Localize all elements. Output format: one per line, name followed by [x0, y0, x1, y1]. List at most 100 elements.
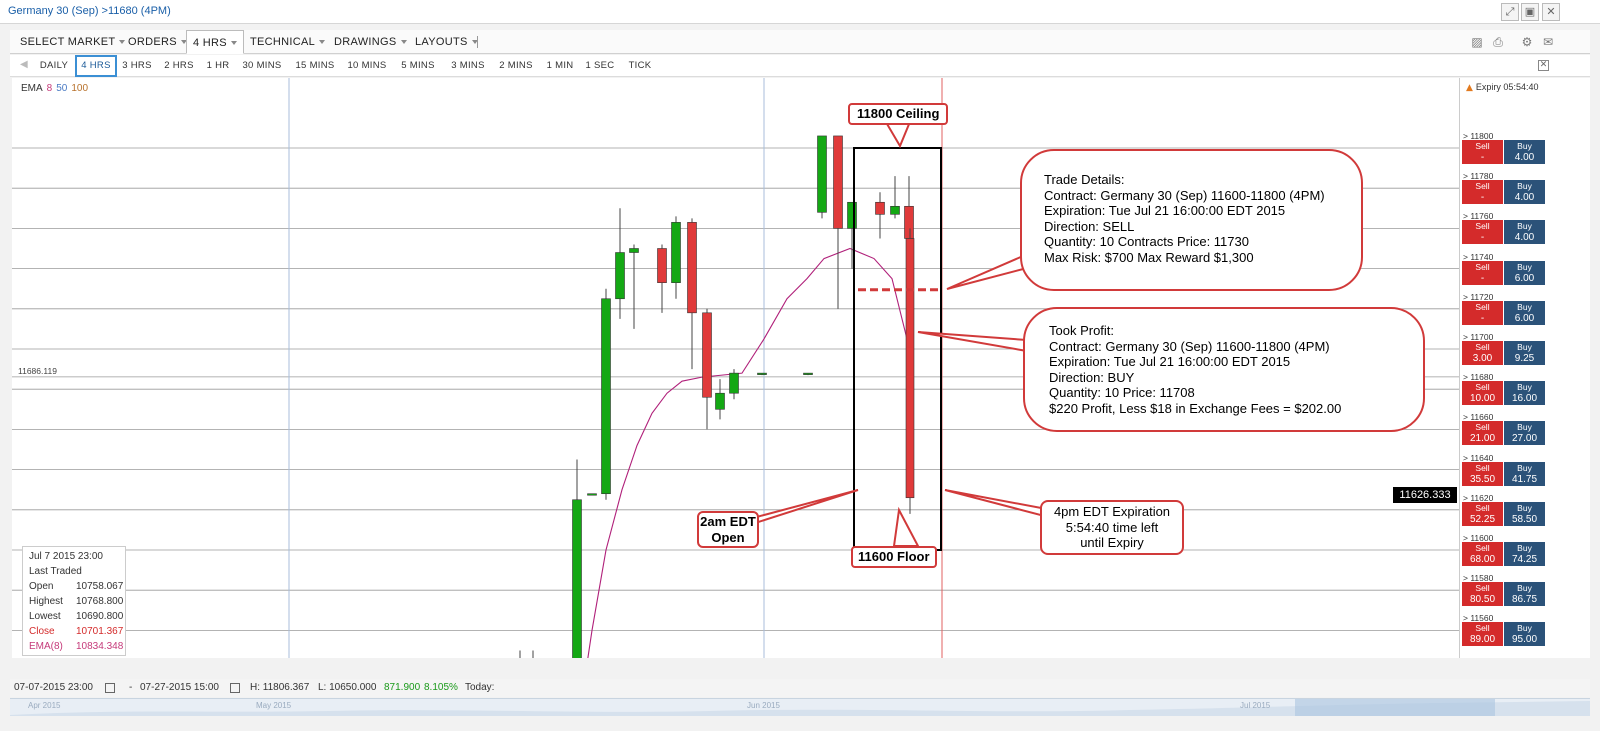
sell-button[interactable]: Sell -: [1462, 140, 1503, 164]
sell-button[interactable]: Sell -: [1462, 260, 1503, 285]
chevron-down-icon: [400, 40, 407, 45]
maximize-icon[interactable]: ▣: [1521, 3, 1539, 21]
sell-button[interactable]: Sell 35.50: [1462, 461, 1503, 486]
timeframe-option[interactable]: DAILY: [35, 55, 73, 77]
scroll-left-icon[interactable]: ◀: [20, 59, 28, 70]
sell-button[interactable]: Sell -: [1462, 180, 1503, 205]
timeframe-option[interactable]: 1 MIN: [542, 55, 578, 77]
callout-pointer: [917, 331, 1028, 353]
image-icon[interactable]: ▨: [1470, 35, 1484, 49]
sell-button[interactable]: Sell 3.00: [1462, 341, 1503, 365]
chart-navigator[interactable]: Apr 2015 May 2015 Jun 2015 Jul 2015: [10, 698, 1590, 716]
timeframe-option[interactable]: 30 MINS: [236, 55, 288, 77]
timeframe-option[interactable]: 1 SEC: [582, 55, 618, 77]
timeframe-option[interactable]: 4 HRS: [75, 55, 117, 77]
buy-button[interactable]: Buy 9.25: [1504, 341, 1545, 365]
candle-body: [833, 135, 843, 229]
sell-button[interactable]: Sell -: [1462, 220, 1503, 245]
trade-line: Expiration: Tue Jul 21 16:00:00 EDT 2015: [1044, 203, 1286, 218]
candle-body: [572, 499, 582, 658]
profit-line: Expiration: Tue Jul 21 16:00:00 EDT 2015: [1049, 354, 1291, 369]
price-ladder: ▲ Expiry 05:54:40 > 11800 Sell - Buy 4.00 > 11…: [1459, 78, 1590, 658]
timeframe-option[interactable]: TICK: [624, 55, 656, 77]
sell-button[interactable]: Sell -: [1462, 300, 1503, 325]
navigator-area: [10, 699, 1590, 716]
menu-select-market[interactable]: SELECT MARKET: [14, 30, 131, 54]
calendar-icon[interactable]: [230, 683, 240, 693]
buy-button[interactable]: Buy 95.00: [1504, 622, 1545, 647]
x-axis-label: Jul 24: [1130, 657, 1153, 658]
buy-button[interactable]: Buy 6.00: [1504, 260, 1545, 285]
timeframe-option[interactable]: 2 HRS: [159, 55, 199, 77]
sell-button[interactable]: Sell 68.00: [1462, 542, 1503, 566]
chat-icon[interactable]: ✉: [1541, 35, 1555, 49]
warning-icon: ▲: [1466, 83, 1473, 93]
buy-button[interactable]: Buy 6.00: [1504, 300, 1545, 325]
profit-line: Contract: Germany 30 (Sep) 11600-11800 (…: [1049, 338, 1330, 354]
menu-layouts[interactable]: LAYOUTS: [409, 30, 484, 54]
menu-drawings[interactable]: DRAWINGS: [328, 30, 413, 54]
close-icon[interactable]: ✕: [1542, 3, 1560, 21]
range-to: 07-27-2015 15:00: [140, 682, 219, 693]
candle-body: [757, 372, 767, 375]
close-panel-icon[interactable]: ✕: [1538, 60, 1549, 71]
sell-button[interactable]: Sell 80.50: [1462, 582, 1503, 607]
info-heading: Last Traded: [29, 566, 82, 577]
profit-line: Quantity: 10 Price: 11708: [1049, 385, 1195, 400]
x-axis-label: Jul 27: [1389, 657, 1412, 658]
sell-button[interactable]: Sell 10.00: [1462, 381, 1503, 406]
timeframe-option[interactable]: 10 MINS: [343, 55, 391, 77]
buy-button[interactable]: Buy 16.00: [1504, 381, 1545, 406]
timeframe-option[interactable]: 5 MINS: [396, 55, 440, 77]
buy-button[interactable]: Buy 58.50: [1504, 501, 1545, 526]
x-axis-label: Jul 17: [657, 657, 680, 658]
buy-button[interactable]: Buy 27.00: [1504, 421, 1545, 446]
candle-body: [890, 205, 900, 215]
title-bar: Germany 30 (Sep) >11680 (4PM) ⤢ ▣ ✕: [0, 0, 1600, 24]
info-row: Lowest 10690.800: [29, 611, 124, 622]
buy-button[interactable]: Buy 86.75: [1504, 582, 1545, 607]
print-icon[interactable]: ⎙: [1491, 35, 1505, 49]
candle-body: [587, 493, 597, 496]
trade-line: Trade Details:: [1044, 172, 1125, 187]
buy-button[interactable]: Buy 4.00: [1504, 220, 1545, 245]
took-profit-callout: Took Profit: Contract: Germany 30 (Sep) 1…: [1023, 307, 1425, 432]
sell-button[interactable]: Sell 52.25: [1462, 501, 1503, 526]
candle-body: [601, 298, 611, 495]
x-axis-label: Jul 26: [1303, 657, 1326, 658]
menu-timeframe[interactable]: 4 HRS: [186, 30, 244, 54]
candle-body: [904, 205, 914, 239]
window-title: Germany 30 (Sep) >11680 (4PM): [8, 5, 171, 17]
buy-button[interactable]: Buy 74.25: [1504, 542, 1545, 566]
trade-line: Direction: SELL: [1044, 218, 1135, 234]
x-axis-label: Jul 12: [275, 657, 298, 658]
callout-pointer: [748, 489, 859, 527]
timeframe-option[interactable]: 1 HR: [202, 55, 234, 77]
buy-button[interactable]: Buy 41.75: [1504, 461, 1545, 486]
profit-line: Direction: BUY: [1049, 369, 1135, 385]
timeframe-option[interactable]: 3 MINS: [446, 55, 490, 77]
crosshair-price-label: 11686.119: [18, 366, 57, 376]
status-bar: 07-07-2015 23:00 - 07-27-2015 15:00 H: 1…: [10, 679, 1590, 697]
menu-technical[interactable]: TECHNICAL: [244, 30, 331, 54]
range-change: 871.900: [384, 682, 421, 693]
x-axis-label: Jul 23: [1043, 657, 1066, 658]
profit-line: Took Profit:: [1049, 323, 1115, 338]
callout-pointer: [892, 506, 920, 547]
sell-button[interactable]: Sell 21.00: [1462, 421, 1503, 446]
trade-line: Max Risk: $700 Max Reward $1,300: [1044, 249, 1254, 265]
restore-icon[interactable]: ⤢: [1501, 3, 1519, 21]
calendar-icon[interactable]: [105, 683, 115, 693]
timeframe-option[interactable]: 15 MINS: [291, 55, 339, 77]
sell-button[interactable]: Sell 89.00: [1462, 622, 1503, 647]
profit-line: $220 Profit, Less $18 in Exchange Fees =…: [1049, 400, 1342, 416]
x-axis-label: Jul 10: [180, 657, 203, 658]
buy-button[interactable]: Buy 4.00: [1504, 140, 1545, 164]
menu-orders[interactable]: ORDERS: [122, 30, 193, 54]
x-axis-label: Jul 19: [751, 657, 774, 658]
timeframe-option[interactable]: 2 MINS: [494, 55, 538, 77]
buy-button[interactable]: Buy 4.00: [1504, 180, 1545, 205]
gear-icon[interactable]: ⚙: [1520, 35, 1534, 49]
candle-body: [729, 372, 739, 394]
timeframe-option[interactable]: 3 HRS: [117, 55, 157, 77]
